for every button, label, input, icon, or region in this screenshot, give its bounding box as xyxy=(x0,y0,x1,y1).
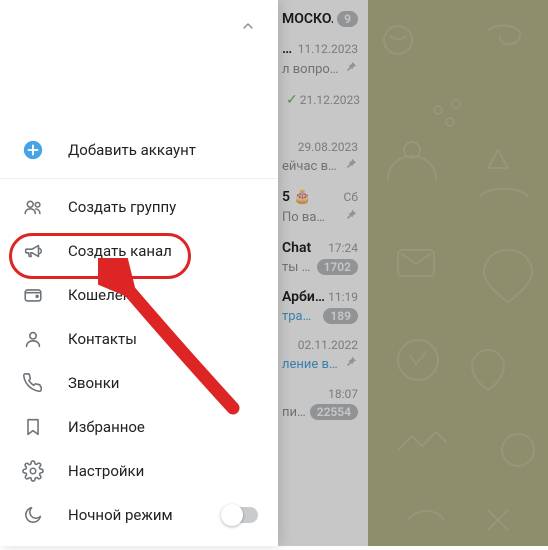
gear-icon xyxy=(22,460,44,482)
chat-name: Chat xyxy=(282,240,311,256)
megaphone-icon xyxy=(22,240,44,262)
new-group-item[interactable]: Создать группу xyxy=(0,185,278,229)
contacts-item[interactable]: Контакты xyxy=(0,317,278,361)
pin-icon xyxy=(344,157,358,175)
chat-preview: траж … xyxy=(282,309,319,324)
night-mode-toggle[interactable] xyxy=(222,507,258,523)
chat-date: ✓21.12.2023 xyxy=(286,92,360,108)
wallet-icon xyxy=(22,284,44,306)
chat-preview: ты т… xyxy=(282,260,313,275)
contacts-label: Контакты xyxy=(68,330,258,348)
chat-preview: л вопро… xyxy=(282,62,339,77)
chat-date: Сб xyxy=(344,190,358,204)
settings-item[interactable]: Настройки xyxy=(0,449,278,493)
plus-circle-icon xyxy=(22,139,44,161)
chat-item[interactable]: 29.08.2023 ейчас в… xyxy=(278,133,368,182)
bookmark-icon xyxy=(22,416,44,438)
pin-icon xyxy=(344,355,358,373)
unread-badge: 22554 xyxy=(310,404,358,420)
chat-name: МОСКО… xyxy=(282,11,333,27)
moon-icon xyxy=(22,504,44,526)
chat-date: 11:19 xyxy=(328,290,358,304)
pin-icon xyxy=(344,208,358,226)
chat-item[interactable]: 18:07 пис… 22554 xyxy=(278,380,368,427)
chat-item[interactable]: ✓21.12.2023 xyxy=(278,85,368,133)
chat-item[interactable]: … 11.12.2023 л вопро… xyxy=(278,34,368,85)
add-account-label: Добавить аккаунт xyxy=(68,141,258,159)
wallet-label: Кошелёк xyxy=(68,286,258,304)
add-account-item[interactable]: Добавить аккаунт xyxy=(0,128,278,172)
user-icon xyxy=(22,328,44,350)
chat-date: 17:24 xyxy=(328,241,358,255)
chat-name: 5 🎂 xyxy=(282,189,311,205)
side-drawer: Добавить аккаунт Создать группу Создать … xyxy=(0,0,278,546)
night-mode-label: Ночной режим xyxy=(68,506,198,524)
phone-icon xyxy=(22,372,44,394)
saved-item[interactable]: Избранное xyxy=(0,405,278,449)
settings-label: Настройки xyxy=(68,462,258,480)
menu-divider xyxy=(0,178,278,179)
calls-item[interactable]: Звонки xyxy=(0,361,278,405)
unread-badge: 189 xyxy=(323,308,358,324)
drawer-header xyxy=(0,0,278,128)
group-icon xyxy=(22,196,44,218)
chat-item[interactable]: Chat 17:24 ты т… 1702 xyxy=(278,233,368,282)
unread-badge: 1702 xyxy=(317,259,358,275)
chat-preview: ейчас в… xyxy=(282,159,337,174)
saved-label: Избранное xyxy=(68,418,258,436)
chat-item[interactable]: 02.11.2022 ление в … xyxy=(278,331,368,380)
new-channel-item[interactable]: Создать канал xyxy=(0,229,278,273)
chat-item[interactable]: 5 🎂 Сб По ва… xyxy=(278,182,368,233)
chat-list: МОСКО… 9 … 11.12.2023 л вопро… ✓21.12.20… xyxy=(278,0,368,546)
chat-background xyxy=(368,0,548,546)
chat-date: 02.11.2022 xyxy=(298,338,358,352)
chat-date: 29.08.2023 xyxy=(298,140,358,154)
chat-date: 18:07 xyxy=(328,387,358,401)
chat-date: 11.12.2023 xyxy=(298,42,358,56)
chat-preview: пис… xyxy=(282,405,306,420)
wallet-item[interactable]: Кошелёк xyxy=(0,273,278,317)
unread-badge: 9 xyxy=(337,11,358,27)
pin-icon xyxy=(344,60,358,78)
new-channel-label: Создать канал xyxy=(68,242,258,260)
chat-name: Арби… xyxy=(282,289,324,305)
night-mode-item[interactable]: Ночной режим xyxy=(0,493,278,537)
calls-label: Звонки xyxy=(68,374,258,392)
chat-item[interactable]: МОСКО… 9 xyxy=(278,4,368,34)
read-check-icon: ✓ xyxy=(286,92,298,108)
chat-item[interactable]: Арби… 11:19 траж … 189 xyxy=(278,282,368,331)
chat-preview: ление в … xyxy=(282,357,340,372)
chat-preview: По ва… xyxy=(282,210,325,225)
new-group-label: Создать группу xyxy=(68,198,258,216)
chat-name: … xyxy=(282,41,292,57)
collapse-caret-icon[interactable] xyxy=(240,18,256,38)
